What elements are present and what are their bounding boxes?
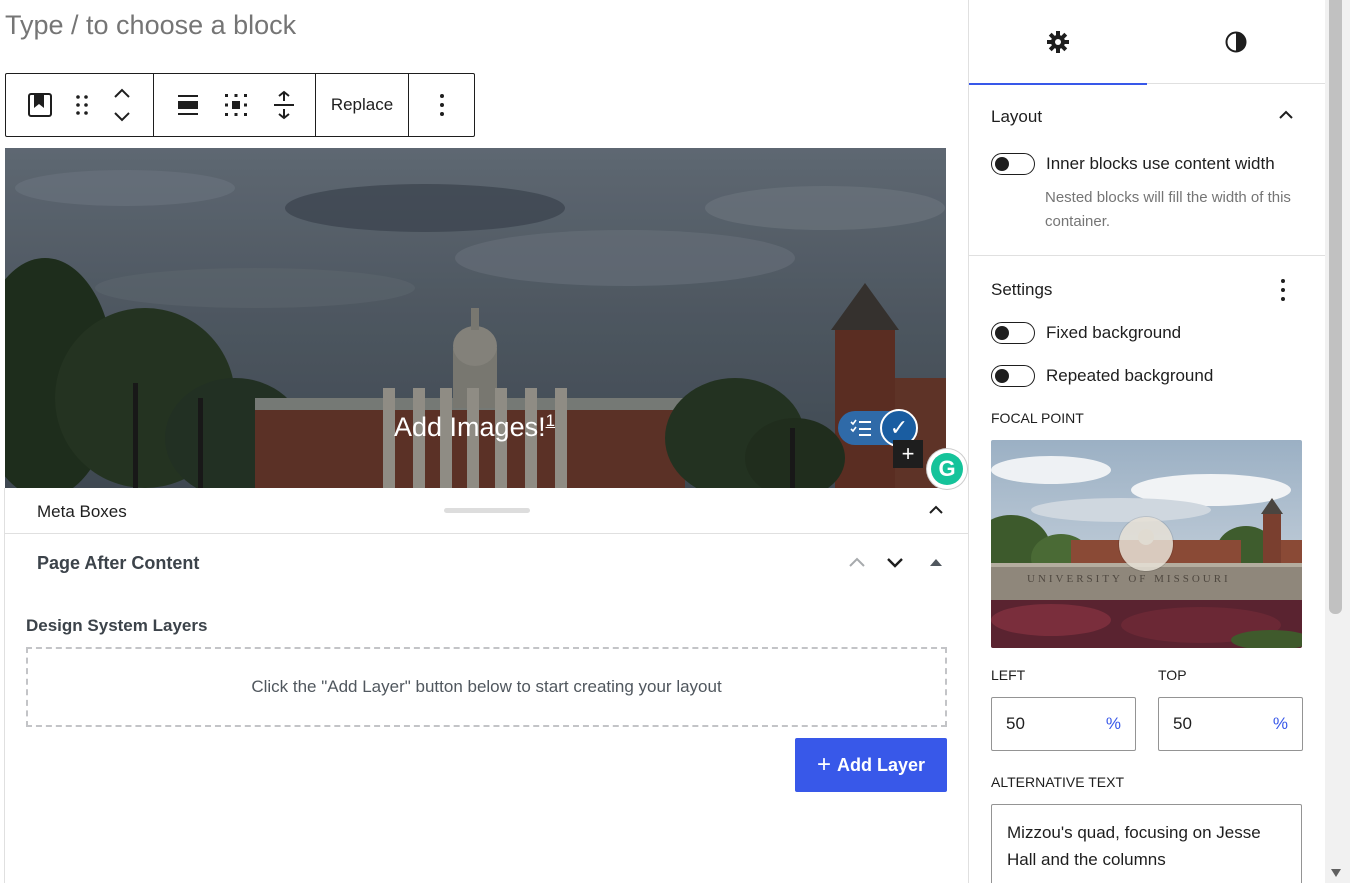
meta-boxes-toggle-button[interactable] xyxy=(925,499,947,526)
more-options-icon xyxy=(1281,279,1285,301)
align-icon xyxy=(178,95,198,115)
toolbar-group-block xyxy=(6,74,154,136)
content-width-toggle-row: Inner blocks use content width xyxy=(991,153,1275,175)
chevron-down-icon xyxy=(887,558,903,568)
content-width-help: Nested blocks will fill the width of thi… xyxy=(1045,189,1291,230)
more-options-icon xyxy=(439,94,444,116)
meta-boxes-title: Meta Boxes xyxy=(37,502,127,521)
move-up-down-icon xyxy=(114,88,130,122)
cover-block-icon xyxy=(28,93,52,117)
top-label: TOP xyxy=(1158,667,1187,683)
toolbar-group-replace: Replace xyxy=(316,74,409,136)
cover-title[interactable]: Add Images!1 xyxy=(394,411,555,443)
move-up-button[interactable] xyxy=(845,550,869,579)
repeated-bg-label: Repeated background xyxy=(1046,366,1214,385)
content-position-icon xyxy=(225,94,247,116)
fixed-bg-toggle-row: Fixed background xyxy=(991,322,1181,344)
content-width-toggle[interactable] xyxy=(991,153,1035,175)
alt-text-textarea[interactable]: Mizzou's quad, focusing on Jesse Hall an… xyxy=(991,804,1302,883)
repeated-bg-toggle[interactable] xyxy=(991,365,1035,387)
sidebar-tabs xyxy=(969,0,1325,85)
chevron-up-icon xyxy=(849,557,865,567)
extension-plus-button[interactable]: + xyxy=(893,440,923,468)
content-width-label: Inner blocks use content width xyxy=(1046,154,1275,173)
layout-section-title[interactable]: Layout xyxy=(991,107,1042,127)
toggle-panel-button[interactable] xyxy=(929,555,943,574)
grammarly-icon: G xyxy=(931,453,963,485)
scroll-down-arrow[interactable] xyxy=(1329,866,1342,879)
settings-sidebar: Layout Inner blocks use content width Ne… xyxy=(968,0,1325,883)
svg-text:UNIVERSITY OF MISSOURI: UNIVERSITY OF MISSOURI xyxy=(1027,573,1231,585)
move-up-down-button[interactable] xyxy=(102,74,142,136)
focal-top-input[interactable]: 50 % xyxy=(1158,697,1303,751)
add-layer-button[interactable]: + Add Layer xyxy=(795,738,947,792)
focal-top-value: 50 xyxy=(1173,714,1192,733)
tab-settings[interactable] xyxy=(969,0,1147,85)
footnote-marker[interactable]: 1 xyxy=(546,411,555,430)
focal-point-picker[interactable]: UNIVERSITY OF MISSOURI xyxy=(991,440,1302,648)
fixed-bg-label: Fixed background xyxy=(1046,323,1182,342)
block-toolbar: Replace xyxy=(5,73,475,137)
content-position-button[interactable] xyxy=(210,74,262,136)
meta-boxes-header: Meta Boxes xyxy=(5,489,968,534)
page-after-content-controls xyxy=(845,550,943,579)
plus-icon: + xyxy=(816,751,831,778)
focal-point-handle[interactable] xyxy=(1119,517,1173,571)
meta-boxes-resize-handle[interactable] xyxy=(444,508,530,513)
alt-text-label: ALTERNATIVE TEXT xyxy=(991,774,1125,790)
grammarly-button[interactable]: G xyxy=(927,449,967,489)
checklist-icon xyxy=(850,419,871,436)
repeated-bg-toggle-row: Repeated background xyxy=(991,365,1213,387)
cover-block-button[interactable] xyxy=(18,74,62,136)
section-divider xyxy=(969,255,1325,256)
fixed-bg-toggle[interactable] xyxy=(991,322,1035,344)
triangle-up-icon xyxy=(930,559,942,566)
focal-point-label: FOCAL POINT xyxy=(991,410,1084,426)
chevron-up-icon xyxy=(1279,110,1293,119)
full-height-icon xyxy=(274,90,294,120)
layout-collapse-button[interactable] xyxy=(1275,104,1297,131)
full-height-button[interactable] xyxy=(262,74,306,136)
triangle-down-icon xyxy=(1330,868,1341,877)
cover-block[interactable]: Add Images!1 ✓ + xyxy=(5,148,946,488)
layers-empty-state: Click the "Add Layer" button below to st… xyxy=(26,647,947,727)
focal-left-input[interactable]: 50 % xyxy=(991,697,1136,751)
more-options-button[interactable] xyxy=(439,74,445,136)
layers-empty-text: Click the "Add Layer" button below to st… xyxy=(251,677,722,696)
settings-section-title: Settings xyxy=(991,280,1053,299)
left-label: LEFT xyxy=(991,667,1026,683)
contrast-icon xyxy=(1225,31,1247,53)
drag-handle-icon xyxy=(76,95,88,115)
tab-styles[interactable] xyxy=(1147,0,1325,84)
canvas-left-border xyxy=(4,488,5,883)
design-system-layers-title: Design System Layers xyxy=(26,616,208,635)
focal-top-unit[interactable]: % xyxy=(1273,714,1288,734)
editor-root: Type / to choose a block Replace Add Ima… xyxy=(0,0,1350,883)
block-placeholder[interactable]: Type / to choose a block xyxy=(5,10,296,41)
cover-title-text: Add Images! xyxy=(394,412,546,442)
toolbar-group-more xyxy=(409,74,474,136)
page-after-content-title: Page After Content xyxy=(37,553,200,573)
chevron-up-icon xyxy=(929,505,943,514)
focal-left-value: 50 xyxy=(1006,714,1025,733)
add-layer-label: Add Layer xyxy=(836,754,926,775)
drag-handle-button[interactable] xyxy=(62,74,102,136)
toolbar-group-align xyxy=(154,74,316,136)
align-button[interactable] xyxy=(166,74,210,136)
focal-left-unit[interactable]: % xyxy=(1106,714,1121,734)
gear-icon xyxy=(1047,31,1069,53)
move-down-button[interactable] xyxy=(883,550,907,579)
replace-button[interactable]: Replace xyxy=(331,74,393,136)
editor-canvas: Type / to choose a block Replace Add Ima… xyxy=(0,0,968,883)
settings-options-button[interactable] xyxy=(1280,278,1286,307)
scrollbar-thumb[interactable] xyxy=(1329,0,1342,614)
